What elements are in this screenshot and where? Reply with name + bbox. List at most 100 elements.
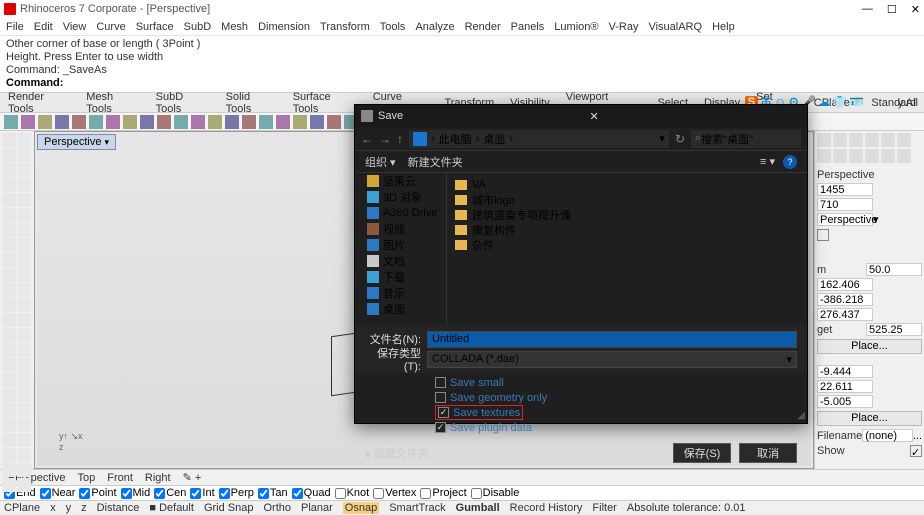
tool-icon[interactable] (2, 223, 16, 237)
panel-tab-icon[interactable] (833, 133, 847, 147)
menu-visualarq[interactable]: VisualARQ (648, 21, 702, 33)
tool-icon[interactable] (2, 268, 16, 282)
tool-icon[interactable] (2, 193, 16, 207)
tab-render-tools[interactable]: Render Tools (8, 91, 70, 115)
tool-icon[interactable] (17, 208, 31, 222)
tool-icon[interactable] (17, 448, 31, 462)
menu-panels[interactable]: Panels (511, 21, 545, 33)
toolbar-icon[interactable] (259, 115, 273, 129)
tool-icon[interactable] (17, 148, 31, 162)
nav-forward[interactable]: → (379, 132, 391, 146)
tool-icon[interactable] (17, 403, 31, 417)
tool-icon[interactable] (2, 253, 16, 267)
folder-item[interactable]: 建筑渲染专项提升课 (455, 207, 799, 222)
panel-tab-icon[interactable] (817, 133, 831, 147)
osnap-cen[interactable]: Cen (154, 487, 186, 499)
prop-cz[interactable]: 276.437 (817, 308, 873, 321)
save-option[interactable]: Save plugin data (435, 420, 797, 435)
show-checkbox[interactable]: ✓ (910, 445, 922, 457)
osnap-int[interactable]: Int (190, 487, 214, 499)
osnap-quad[interactable]: Quad (292, 487, 331, 499)
tool-icon[interactable] (17, 223, 31, 237)
panel-tab-icon[interactable] (865, 133, 879, 147)
search-input[interactable]: ⌕ 搜索"桌面" (691, 130, 801, 148)
status-layer[interactable]: ■ Default (149, 502, 194, 514)
tool-icon[interactable] (2, 148, 16, 162)
cancel-button[interactable]: 取消 (739, 443, 797, 463)
nav-back[interactable]: ← (361, 132, 373, 146)
menu-surface[interactable]: Surface (136, 21, 174, 33)
filetype-select[interactable]: COLLADA (*.dae)▾ (427, 351, 797, 368)
toolbar-icon[interactable] (174, 115, 188, 129)
tree-node[interactable]: 图片 (355, 237, 446, 253)
toolbar-icon[interactable] (106, 115, 120, 129)
tool-icon[interactable] (2, 208, 16, 222)
organize-button[interactable]: 组织 ▾ (365, 154, 396, 170)
osnap-project[interactable]: Project (420, 487, 466, 499)
status-cplane[interactable]: CPlane (4, 502, 40, 514)
view-mode-icon[interactable]: ≡ ▾ (760, 155, 775, 169)
toolbar-icon[interactable] (4, 115, 18, 129)
folder-item[interactable]: 康复构件 (455, 222, 799, 237)
prop-r1[interactable]: -9.444 (817, 365, 873, 378)
tree-node[interactable]: 下载 (355, 269, 446, 285)
tree-node[interactable]: 3D 对象 (355, 189, 446, 205)
tab-surface-tools[interactable]: Surface Tools (293, 91, 357, 115)
viewtab-front[interactable]: Front (107, 472, 133, 484)
toolbar-icon[interactable] (38, 115, 52, 129)
tool-icon[interactable] (2, 388, 16, 402)
tab-mesh-tools[interactable]: Mesh Tools (86, 91, 139, 115)
toolbar-icon[interactable] (89, 115, 103, 129)
tool-icon[interactable] (17, 178, 31, 192)
menu-view[interactable]: View (63, 21, 87, 33)
maximize-button[interactable]: ☐ (887, 3, 897, 16)
tool-icon[interactable] (17, 388, 31, 402)
viewtab-top[interactable]: Top (77, 472, 95, 484)
tool-icon[interactable] (2, 448, 16, 462)
tool-icon[interactable] (17, 328, 31, 342)
breadcrumb[interactable]: ›此电脑 ›桌面 › ▾ (409, 130, 669, 148)
menu-mesh[interactable]: Mesh (221, 21, 248, 33)
tool-icon[interactable] (2, 298, 16, 312)
tool-icon[interactable] (17, 193, 31, 207)
prop-get[interactable]: 525.25 (866, 323, 922, 336)
left-toolbar[interactable] (0, 131, 34, 469)
panel-tab-icon[interactable] (897, 149, 911, 163)
tree-node[interactable]: 音乐 (355, 285, 446, 301)
menu-file[interactable]: File (6, 21, 24, 33)
prop-cy[interactable]: -386.218 (817, 293, 873, 306)
tree-node[interactable]: 坚果云 (355, 173, 446, 189)
prop-checkbox[interactable] (817, 229, 829, 241)
panel-tab-icon[interactable] (881, 133, 895, 147)
prop-val-2[interactable]: 710 (817, 198, 873, 211)
toolbar-icon[interactable] (21, 115, 35, 129)
tool-icon[interactable] (17, 133, 31, 147)
tool-icon[interactable] (2, 328, 16, 342)
nav-up[interactable]: ↑ (397, 132, 403, 146)
save-option[interactable]: Save textures (435, 405, 523, 420)
folder-tree[interactable]: 坚果云3D 对象A360 Drive视频图片文档下载音乐桌面 (355, 173, 447, 325)
tool-icon[interactable] (2, 178, 16, 192)
panel-tab-icon[interactable] (849, 149, 863, 163)
panel-tab-icon[interactable] (897, 133, 911, 147)
menu-edit[interactable]: Edit (34, 21, 53, 33)
menu-v-ray[interactable]: V-Ray (608, 21, 638, 33)
tool-icon[interactable] (2, 238, 16, 252)
tool-icon[interactable] (2, 373, 16, 387)
toolbar-icon[interactable] (157, 115, 171, 129)
menu-tools[interactable]: Tools (380, 21, 406, 33)
tool-icon[interactable] (2, 478, 16, 492)
tab-subd-tools[interactable]: SubD Tools (156, 91, 210, 115)
folder-item[interactable]: 杂件 (455, 237, 799, 252)
toolbar-icon[interactable] (310, 115, 324, 129)
save-button[interactable]: 保存(S) (673, 443, 731, 463)
toolbar-icon[interactable] (225, 115, 239, 129)
tool-icon[interactable] (2, 463, 16, 477)
save-option[interactable]: Save small (435, 375, 797, 390)
osnap-vertex[interactable]: Vertex (373, 487, 416, 499)
prop-projection[interactable]: Perspective (817, 213, 873, 226)
menu-lumion®[interactable]: Lumion® (554, 21, 598, 33)
status-ortho[interactable]: Ortho (263, 502, 291, 514)
menu-curve[interactable]: Curve (96, 21, 125, 33)
status-planar[interactable]: Planar (301, 502, 333, 514)
